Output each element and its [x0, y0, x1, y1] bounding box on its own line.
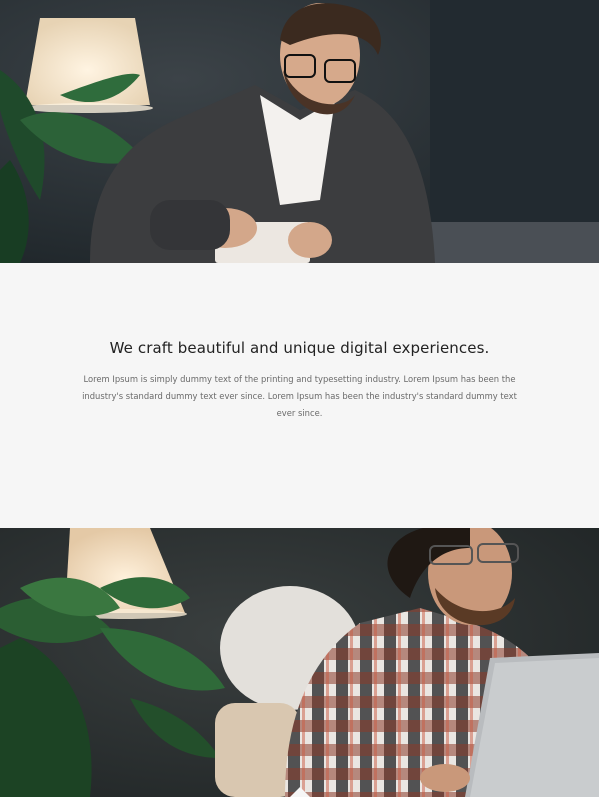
- section-divider-arrow: [290, 787, 310, 797]
- man-opening-box-image: [0, 0, 599, 263]
- hero-photo-bottom: [0, 528, 599, 797]
- man-plaid-shirt-laptop-image: [0, 528, 599, 797]
- intro-body: Lorem Ipsum is simply dummy text of the …: [82, 374, 517, 418]
- hero-photo-top: [0, 0, 599, 263]
- intro-section: We craft beautiful and unique digital ex…: [0, 263, 599, 528]
- intro-heading: We craft beautiful and unique digital ex…: [109, 339, 490, 357]
